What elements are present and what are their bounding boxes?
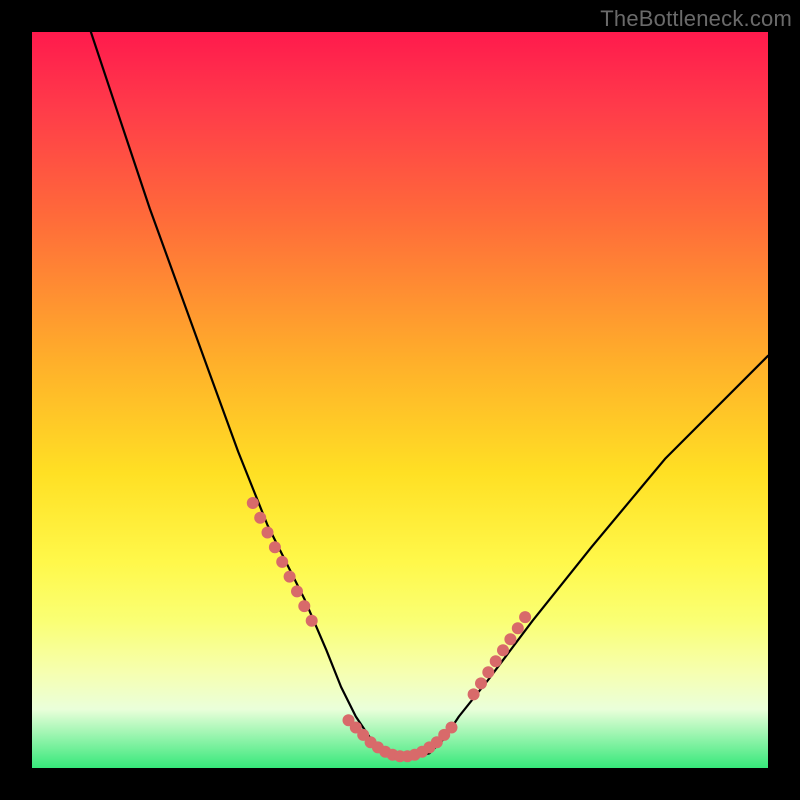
marker-point: [306, 615, 318, 627]
chart-svg: [32, 32, 768, 768]
marker-point: [446, 722, 458, 734]
marker-point: [512, 622, 524, 634]
marker-point: [519, 611, 531, 623]
marker-point: [276, 556, 288, 568]
marker-point: [291, 585, 303, 597]
marker-point: [497, 644, 509, 656]
marker-point: [262, 527, 274, 539]
marker-point: [284, 571, 296, 583]
curve-layer: [91, 32, 768, 757]
marker-point: [269, 541, 281, 553]
chart-frame: TheBottleneck.com: [0, 0, 800, 800]
marker-point: [298, 600, 310, 612]
marker-point: [254, 512, 266, 524]
bottleneck-curve: [91, 32, 768, 757]
marker-point: [247, 497, 259, 509]
marker-point: [468, 688, 480, 700]
marker-point: [490, 655, 502, 667]
plot-area: [32, 32, 768, 768]
marker-layer: [247, 497, 531, 762]
marker-point: [504, 633, 516, 645]
marker-point: [475, 677, 487, 689]
marker-point: [482, 666, 494, 678]
watermark-text: TheBottleneck.com: [600, 6, 792, 32]
